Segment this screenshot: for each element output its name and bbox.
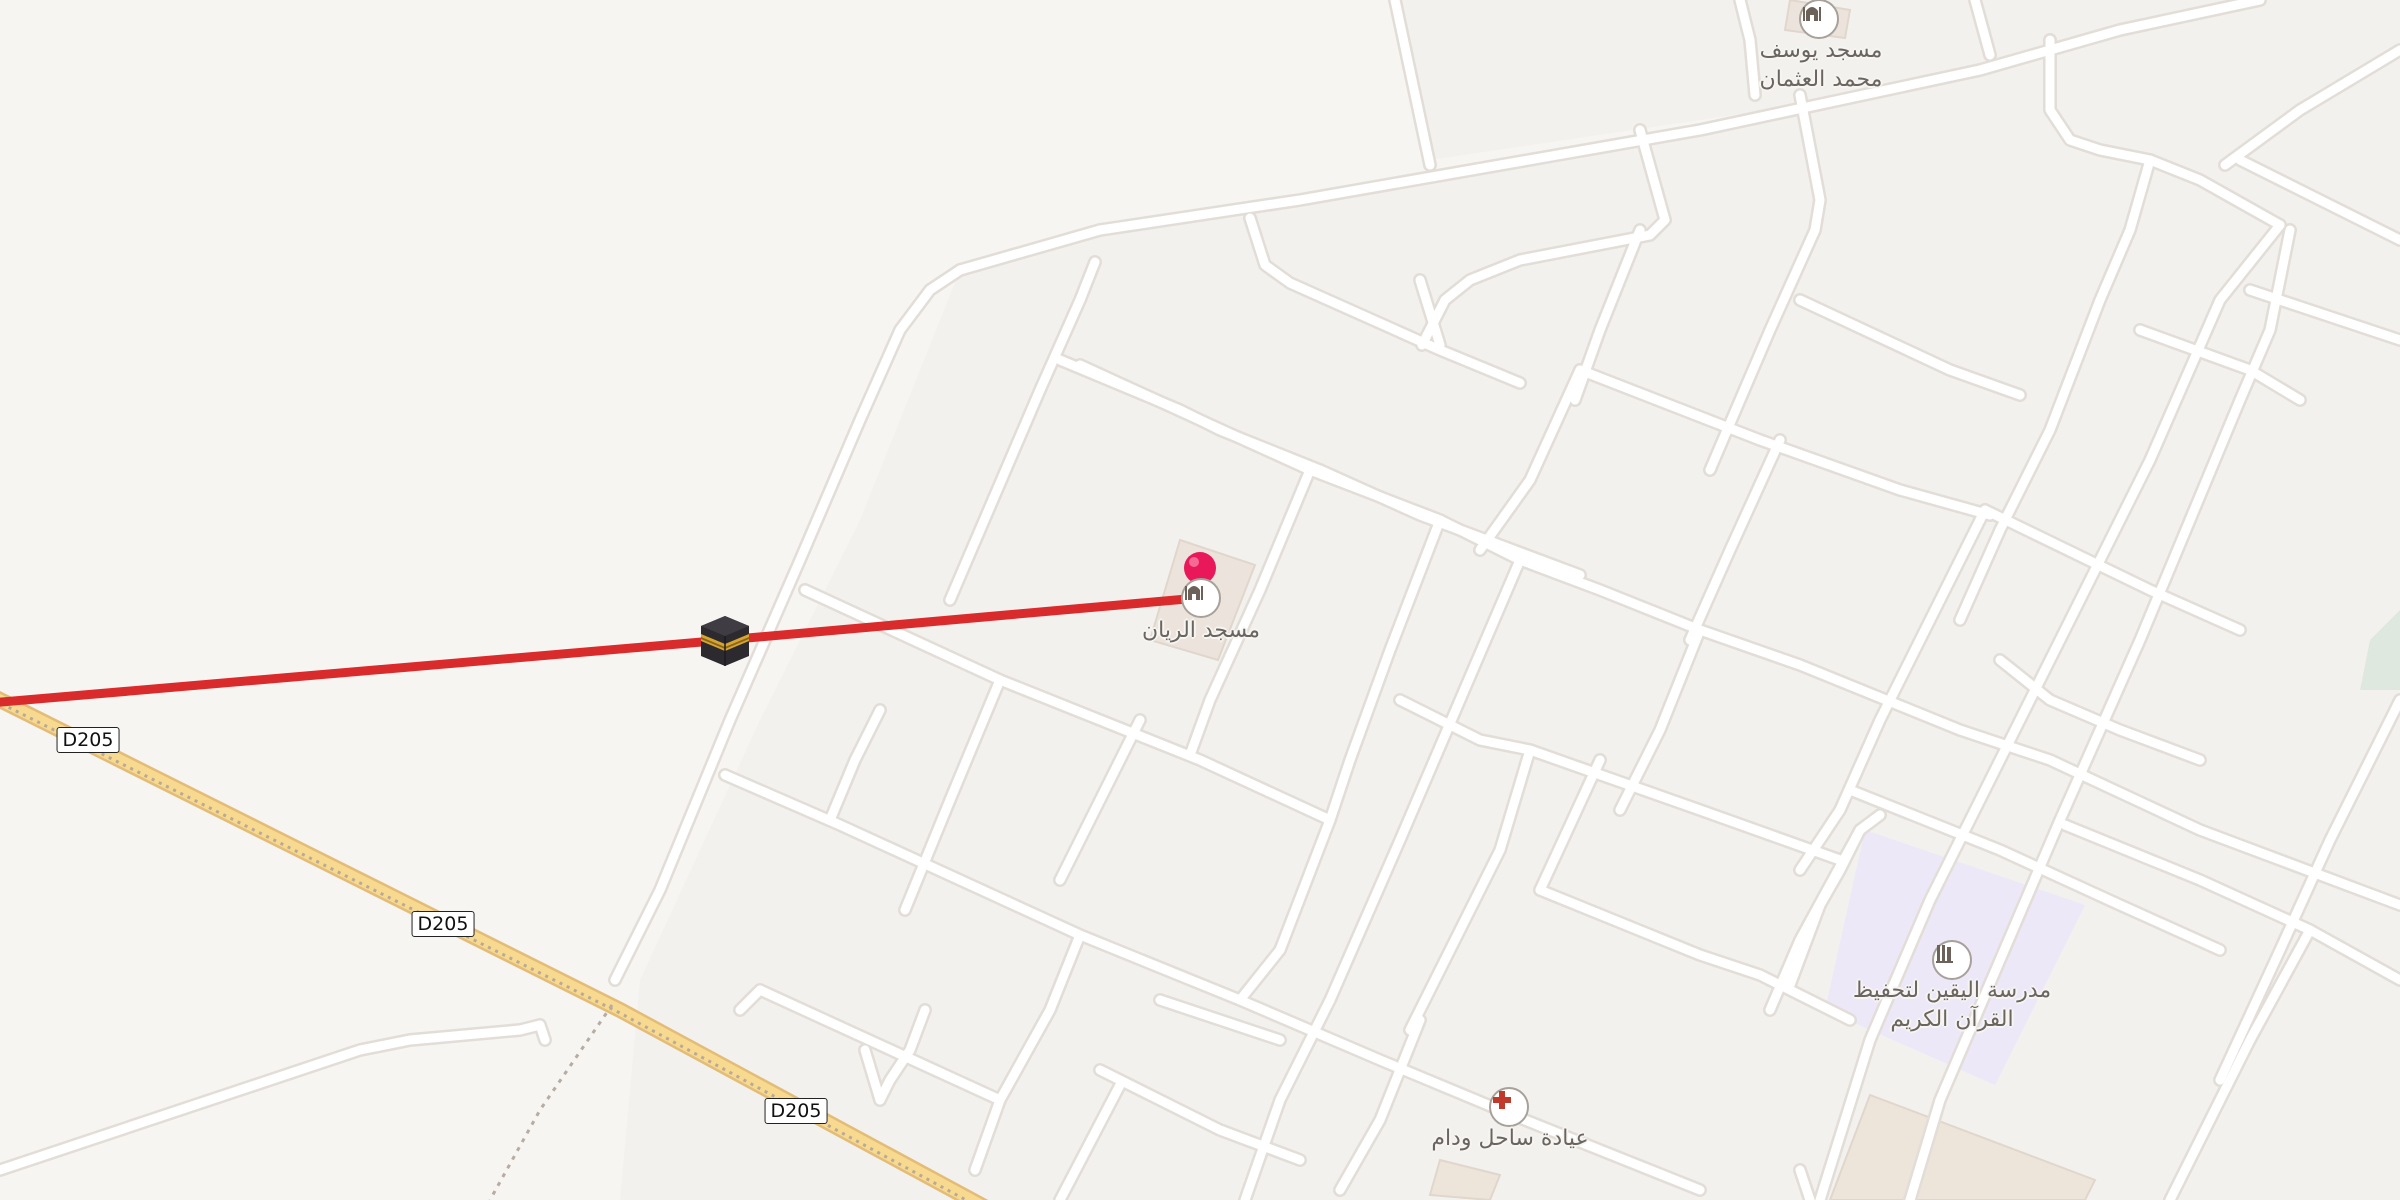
kaaba-icon[interactable]	[697, 612, 753, 668]
poi-label-mosque-yousef[interactable]: مسجد يوسف محمد العثمان	[1760, 36, 1883, 94]
mosque-icon[interactable]	[1799, 0, 1839, 39]
poi-label-school[interactable]: مدرسة اليقين لتحفيظ القرآن الكريم	[1853, 976, 2051, 1034]
school-icon[interactable]	[1932, 940, 1972, 980]
poi-label-line: مسجد يوسف	[1759, 38, 1883, 63]
poi-label-mosque-al-rayan[interactable]: مسجد الريان	[1142, 616, 1260, 645]
poi-label-line: محمد العثمان	[1759, 67, 1883, 92]
poi-label-clinic[interactable]: عيادة ساحل ودام	[1431, 1124, 1588, 1153]
clinic-cross-icon[interactable]	[1489, 1087, 1529, 1127]
mosque-icon[interactable]	[1181, 578, 1221, 618]
map-canvas[interactable]: D205 D205 D205 مسجد الريان مسجد يوسف محم…	[0, 0, 2400, 1200]
road-shield-d205[interactable]: D205	[764, 1098, 828, 1124]
road-shield-d205[interactable]: D205	[56, 727, 120, 753]
road-shield-d205[interactable]: D205	[411, 911, 475, 937]
street-casing	[0, 1018, 552, 1177]
poi-label-line: القرآن الكريم	[1890, 1007, 2014, 1032]
poi-label-line: مدرسة اليقين لتحفيظ	[1852, 978, 2052, 1003]
